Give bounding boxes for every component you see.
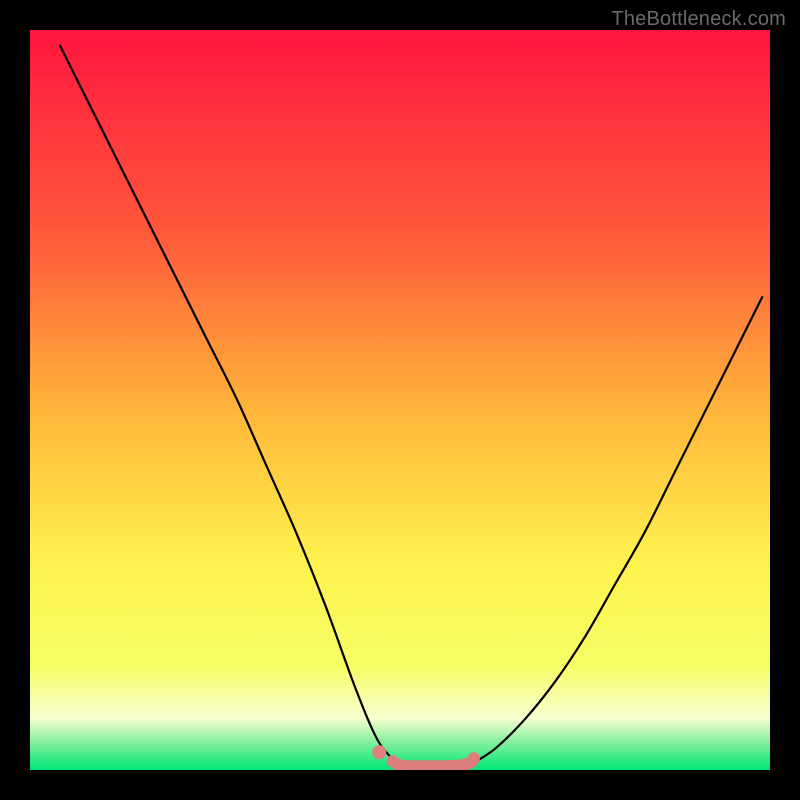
attribution-text: TheBottleneck.com xyxy=(611,8,786,31)
plot-area xyxy=(30,30,770,770)
curve-layer xyxy=(30,30,770,770)
right-curve xyxy=(474,296,763,762)
chart-frame: TheBottleneck.com xyxy=(0,0,800,800)
left-curve xyxy=(60,45,397,763)
bottom-accent xyxy=(393,758,474,766)
marker-dot-left xyxy=(372,745,386,759)
